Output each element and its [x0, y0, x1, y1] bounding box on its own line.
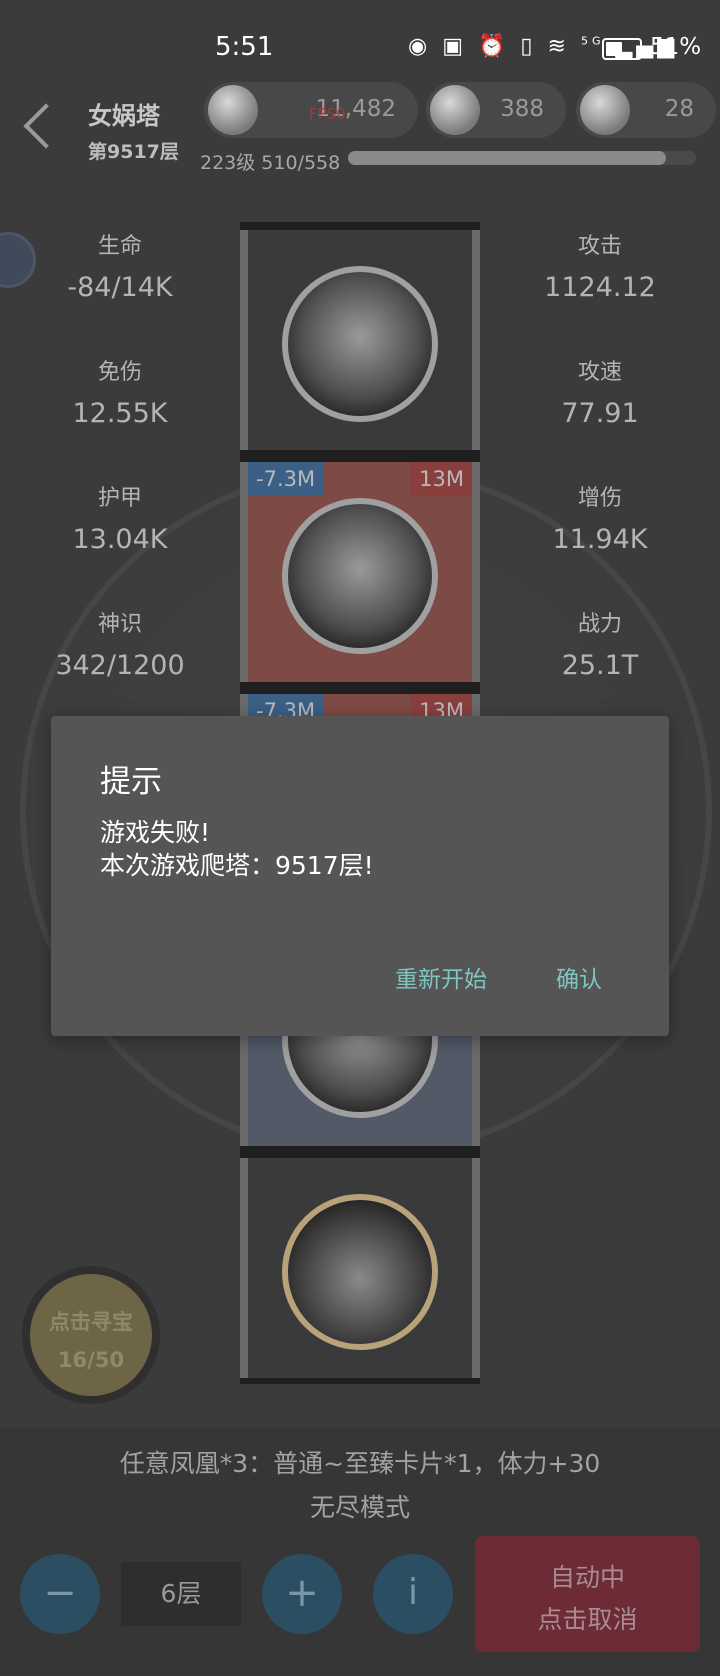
- mode-text: 无尽模式: [309, 1493, 410, 1522]
- floor-count-field[interactable]: 6层: [121, 1562, 241, 1626]
- dialog-line-2: 本次游戏爬塔：9517层!: [100, 851, 374, 880]
- treasure-button[interactable]: 点击寻宝 16/50: [22, 1266, 160, 1404]
- dialog-line-1: 游戏失败!: [100, 818, 211, 847]
- card-slot[interactable]: [240, 1158, 480, 1378]
- game-screen: 5:51 ◉ ▣ ⏰ ▯ ≋ 5G ▂▄▆ 51% 女娲塔 第9517层 11,…: [0, 0, 720, 1676]
- stat-damage-reduction: 免伤 12.55K: [72, 360, 168, 429]
- alarm-icon: ⏰: [478, 34, 510, 59]
- maiden-disc-icon: [282, 1194, 438, 1350]
- battery-icon: [602, 38, 642, 60]
- phoenix-disc-icon: [282, 498, 438, 654]
- diamond-value: 28: [664, 96, 694, 122]
- game-over-dialog: 提示 游戏失败! 本次游戏爬塔：9517层! 重新开始 确认: [51, 716, 669, 1036]
- confirm-button[interactable]: 确认: [556, 960, 602, 994]
- wifi-icon: ≋: [547, 34, 570, 59]
- auto-cancel-button[interactable]: 自动中 点击取消: [475, 1536, 700, 1652]
- coin-value: 388: [500, 96, 544, 122]
- card-slot[interactable]: -7.3M 13M: [240, 462, 480, 682]
- coin-icon: [430, 85, 480, 135]
- xp-progress-bar: [348, 151, 696, 165]
- floor-subtitle: 第9517层: [88, 141, 179, 163]
- vibrate-icon: ▯: [520, 34, 537, 59]
- status-time: 5:51: [215, 32, 274, 62]
- info-button[interactable]: i: [373, 1554, 453, 1634]
- treasure-count: 16/50: [57, 1348, 125, 1372]
- diamond-icon: [580, 85, 630, 135]
- nfc-icon: ▣: [442, 34, 467, 59]
- stat-spirit: 神识 342/1200: [55, 612, 185, 681]
- page-title: 女娲塔: [88, 102, 160, 130]
- back-arrow-icon[interactable]: [23, 103, 69, 149]
- card-disc-icon: [282, 266, 438, 422]
- stat-power: 战力 25.1T: [561, 612, 639, 681]
- auto-status-label: 自动中: [549, 1563, 625, 1592]
- damage-tag: -7.3M: [248, 462, 324, 496]
- dialog-message: 游戏失败! 本次游戏爬塔：9517层!: [100, 816, 374, 882]
- heart-icon: [208, 85, 258, 135]
- stat-attack: 攻击 1124.12: [544, 234, 656, 303]
- stat-damage-boost: 增伤 11.94K: [552, 486, 648, 555]
- card-slot[interactable]: [240, 230, 480, 450]
- network-type: 5G: [580, 34, 605, 48]
- eye-icon: ◉: [408, 34, 432, 59]
- coin-currency: 388: [426, 82, 566, 138]
- player-level: 223级 510/558: [200, 152, 341, 174]
- status-bar: 5:51 ◉ ▣ ⏰ ▯ ≋ 5G ▂▄▆ 51%: [0, 0, 720, 90]
- stat-attack-speed: 攻速 77.91: [561, 360, 639, 429]
- hp-tag: 13M: [411, 462, 472, 496]
- fps-counter: FPS0: [309, 105, 346, 123]
- stat-life: 生命 -84/14K: [67, 234, 173, 303]
- battery-percent: 51%: [650, 34, 702, 60]
- stat-armor: 护甲 13.04K: [72, 486, 168, 555]
- diamond-currency: 28: [576, 82, 716, 138]
- auto-cancel-label: 点击取消: [537, 1605, 638, 1634]
- plus-button[interactable]: +: [262, 1554, 342, 1634]
- treasure-label: 点击寻宝: [49, 1310, 133, 1334]
- dialog-title: 提示: [100, 764, 162, 800]
- xp-progress-fill: [348, 151, 667, 165]
- restart-button[interactable]: 重新开始: [395, 960, 487, 994]
- minus-button[interactable]: −: [20, 1554, 100, 1634]
- reward-text: 任意凤凰*3：普通~至臻卡片*1，体力+30: [119, 1449, 601, 1478]
